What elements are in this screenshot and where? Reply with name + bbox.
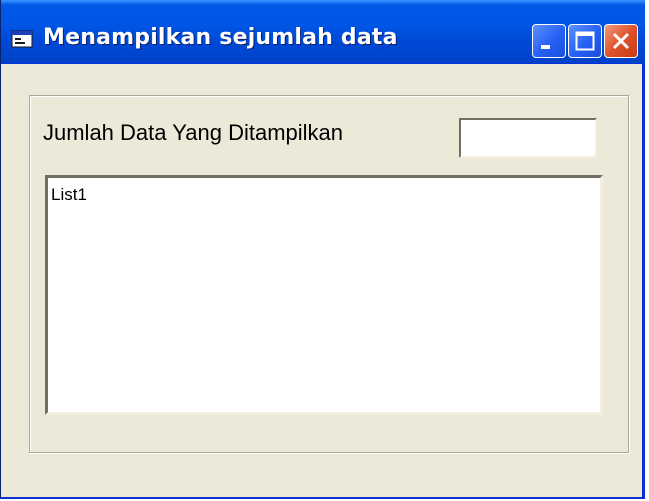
close-icon xyxy=(612,32,630,50)
minimize-button[interactable] xyxy=(532,24,566,58)
form-window: Menampilkan sejumlah data Jumlah Data Ya… xyxy=(0,0,645,499)
title-bar[interactable]: Menampilkan sejumlah data xyxy=(1,0,645,64)
maximize-icon xyxy=(575,31,595,51)
list-item[interactable]: List1 xyxy=(51,185,87,205)
maximize-button[interactable] xyxy=(568,24,602,58)
list-box[interactable]: List1 xyxy=(45,175,603,415)
jumlah-data-input[interactable] xyxy=(459,118,597,158)
vb-form-icon xyxy=(11,30,33,48)
minimize-icon xyxy=(541,45,550,49)
close-button[interactable] xyxy=(604,24,638,58)
window-title: Menampilkan sejumlah data xyxy=(43,25,398,50)
jumlah-data-label: Jumlah Data Yang Ditampilkan xyxy=(43,120,344,145)
